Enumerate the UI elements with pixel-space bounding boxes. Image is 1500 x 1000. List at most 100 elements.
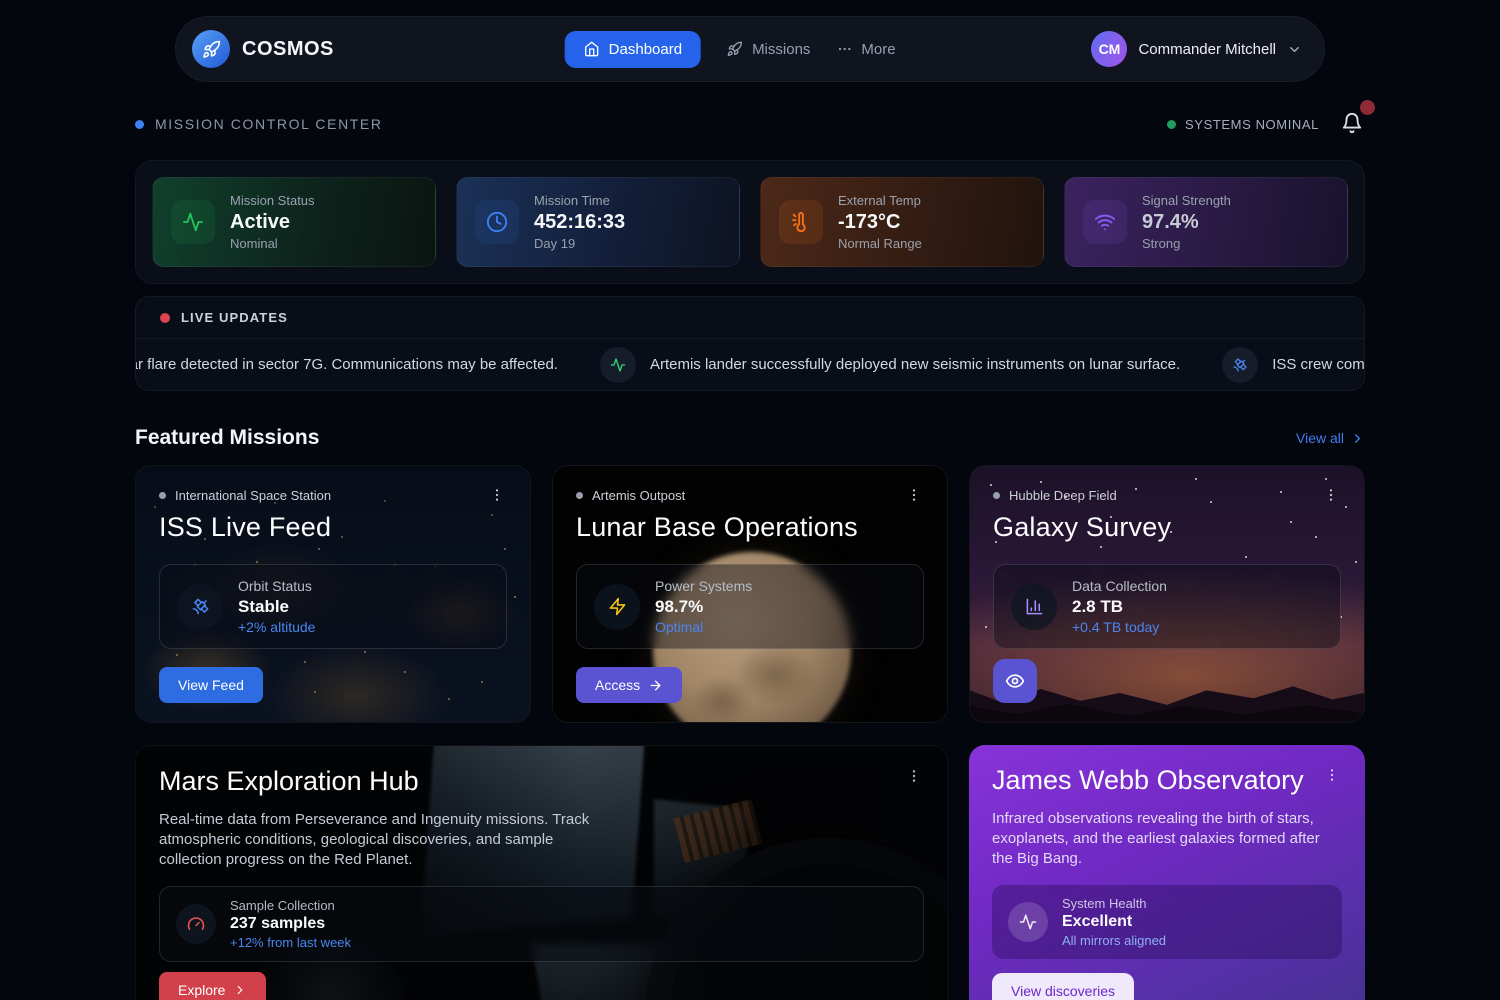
systems-status-label: SYSTEMS NOMINAL [1185, 117, 1319, 132]
green-status-dot [1167, 120, 1176, 129]
clock-icon [475, 200, 519, 244]
chevron-right-icon [1350, 431, 1365, 446]
eye-icon [1005, 671, 1025, 691]
wifi-icon [1083, 200, 1127, 244]
stat-value: Active [230, 211, 315, 234]
activity-icon [600, 347, 636, 383]
card-menu-button[interactable] [904, 766, 924, 786]
rocket-icon [727, 41, 743, 57]
live-updates-title: LIVE UPDATES [181, 310, 288, 325]
zap-icon [594, 584, 640, 630]
access-label: Access [595, 677, 640, 693]
tag-dot [993, 492, 1000, 499]
chevron-down-icon [1287, 42, 1302, 57]
kebab-icon [489, 487, 505, 503]
mission-card-iss[interactable]: International Space Station ISS Live Fee… [135, 465, 531, 723]
stat-label: Mission Status [230, 193, 315, 208]
stat-label: Power Systems [655, 578, 752, 594]
thermometer-icon [779, 200, 823, 244]
stat-card-mission-status: Mission Status Active Nominal [152, 177, 436, 267]
stat-value: -173°C [838, 211, 922, 234]
satellite-icon [177, 584, 223, 630]
nav-center: Dashboard Missions More [565, 31, 896, 68]
bell-icon [1341, 112, 1363, 134]
stat-sub: Nominal [230, 236, 315, 251]
mission-title: Lunar Base Operations [576, 512, 924, 543]
mission-card-jwst[interactable]: James Webb Observatory Infrared observat… [969, 745, 1365, 1000]
nav-item-more[interactable]: More [836, 41, 895, 58]
nav-item-dashboard[interactable]: Dashboard [565, 31, 701, 68]
stat-value: 98.7% [655, 597, 752, 617]
page-title: MISSION CONTROL CENTER [155, 116, 383, 132]
notifications-button[interactable] [1341, 112, 1365, 136]
stat-value: 2.8 TB [1072, 597, 1167, 617]
mission-description: Infrared observations revealing the birt… [992, 809, 1342, 869]
live-red-dot [160, 313, 170, 323]
brand-name: COSMOS [242, 38, 334, 61]
stat-label: Mission Time [534, 193, 625, 208]
view-all-label: View all [1296, 430, 1344, 446]
stat-value: Excellent [1062, 913, 1166, 931]
mission-title: ISS Live Feed [159, 512, 507, 543]
nav-item-missions[interactable]: Missions [727, 41, 810, 58]
news-ticker: Solar flare detected in sector 7G. Commu… [136, 339, 1364, 390]
access-button[interactable]: Access [576, 667, 682, 703]
ticker-item: Solar flare detected in sector 7G. Commu… [136, 347, 558, 383]
satellite-icon [1222, 347, 1258, 383]
kebab-icon [906, 768, 922, 784]
tag-dot [159, 492, 166, 499]
arrow-right-icon [648, 678, 663, 693]
notification-badge [1360, 100, 1375, 115]
blue-status-dot [135, 120, 144, 129]
mission-description: Real-time data from Perseverance and Ing… [159, 810, 614, 870]
gauge-icon [176, 904, 216, 944]
stat-card-signal-strength: Signal Strength 97.4% Strong [1064, 177, 1348, 267]
mission-stat-box: Orbit Status Stable +2% altitude [159, 564, 507, 649]
stat-delta: +2% altitude [238, 619, 315, 635]
ticker-text: Artemis lander successfully deployed new… [650, 356, 1180, 373]
mission-card-galaxy[interactable]: Hubble Deep Field Galaxy Survey Data Col… [969, 465, 1365, 723]
mission-tag: Artemis Outpost [592, 488, 685, 503]
stat-card-mission-time: Mission Time 452:16:33 Day 19 [456, 177, 740, 267]
ellipsis-icon [836, 41, 852, 57]
mission-card-lunar[interactable]: Artemis Outpost Lunar Base Operations Po… [552, 465, 948, 723]
stat-sub: Strong [1142, 236, 1231, 251]
preview-button[interactable] [993, 659, 1037, 703]
card-menu-button[interactable] [1322, 765, 1342, 785]
view-feed-label: View Feed [178, 677, 244, 693]
live-updates-panel: LIVE UPDATES Solar flare detected in sec… [135, 296, 1365, 391]
mission-stat-box: Power Systems 98.7% Optimal [576, 564, 924, 649]
stat-label: Data Collection [1072, 578, 1167, 594]
mission-tag: Hubble Deep Field [1009, 488, 1117, 503]
chevron-right-icon [233, 983, 247, 997]
brand: COSMOS [192, 30, 334, 68]
card-menu-button[interactable] [904, 485, 924, 505]
nav-more-label: More [861, 41, 895, 58]
rocket-logo-icon [192, 30, 230, 68]
view-feed-button[interactable]: View Feed [159, 667, 263, 703]
kebab-icon [906, 487, 922, 503]
activity-icon [1008, 902, 1048, 942]
stat-value: 237 samples [230, 915, 351, 933]
stat-value: 452:16:33 [534, 211, 625, 234]
stat-card-external-temp: External Temp -173°C Normal Range [760, 177, 1044, 267]
mission-stat-box: Sample Collection 237 samples +12% from … [159, 886, 924, 962]
explore-label: Explore [178, 982, 225, 998]
stat-label: External Temp [838, 193, 922, 208]
mission-title: Mars Exploration Hub [159, 766, 419, 797]
stats-strip: Mission Status Active Nominal Mission Ti… [135, 160, 1365, 284]
card-menu-button[interactable] [487, 485, 507, 505]
tag-dot [576, 492, 583, 499]
mission-card-mars[interactable]: Mars Exploration Hub Real-time data from… [135, 745, 948, 1000]
home-icon [584, 41, 600, 57]
card-menu-button[interactable] [1321, 485, 1341, 505]
stat-label: System Health [1062, 896, 1166, 911]
activity-icon [171, 200, 215, 244]
view-all-link[interactable]: View all [1296, 430, 1365, 446]
explore-button[interactable]: Explore [159, 972, 266, 1000]
user-menu[interactable]: CM Commander Mitchell [1091, 31, 1302, 67]
view-discoveries-button[interactable]: View discoveries [992, 973, 1134, 1000]
nav-dashboard-label: Dashboard [609, 41, 682, 58]
ticker-item: Artemis lander successfully deployed new… [600, 347, 1180, 383]
mission-stat-box: System Health Excellent All mirrors alig… [992, 885, 1342, 959]
